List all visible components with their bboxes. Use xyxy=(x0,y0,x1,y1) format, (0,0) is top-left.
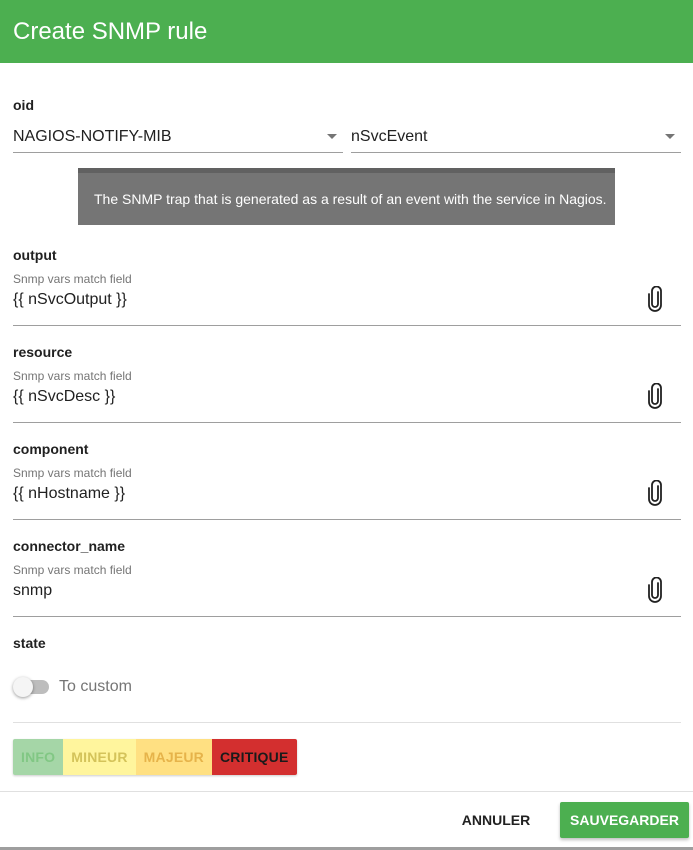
custom-state-toggle-label[interactable]: To custom xyxy=(59,677,132,697)
divider xyxy=(13,722,681,723)
resource-field-hint: Snmp vars match field xyxy=(13,369,132,383)
custom-state-toggle[interactable] xyxy=(13,676,53,698)
state-info-button[interactable]: INFO xyxy=(13,739,64,775)
toggle-thumb[interactable] xyxy=(13,677,33,697)
output-field-hint: Snmp vars match field xyxy=(13,272,132,286)
component-field-hint: Snmp vars match field xyxy=(13,466,132,480)
state-mineur-button[interactable]: MINEUR xyxy=(63,739,136,775)
paperclip-icon[interactable] xyxy=(645,383,665,409)
connector-name-field-value[interactable]: snmp xyxy=(13,581,52,601)
paperclip-icon[interactable] xyxy=(645,480,665,506)
resource-field-value[interactable]: {{ nSvcDesc }} xyxy=(13,387,115,407)
cancel-button[interactable]: ANNULER xyxy=(453,802,539,838)
oid-label: oid xyxy=(13,97,34,113)
chevron-down-icon xyxy=(665,134,675,139)
connector-name-field[interactable]: Snmp vars match field snmp xyxy=(13,563,681,617)
mib-select-value: NAGIOS-NOTIFY-MIB xyxy=(13,128,172,145)
state-majeur-button[interactable]: MAJEUR xyxy=(135,739,212,775)
chevron-down-icon xyxy=(327,134,337,139)
resource-label: resource xyxy=(13,344,73,360)
save-button[interactable]: SAUVEGARDER xyxy=(560,802,689,838)
state-critique-button[interactable]: CRITIQUE xyxy=(212,739,297,775)
dialog-header: Create SNMP rule xyxy=(0,0,693,63)
component-field[interactable]: Snmp vars match field {{ nHostname }} xyxy=(13,466,681,520)
state-label: state xyxy=(13,635,46,651)
dialog-title: Create SNMP rule xyxy=(13,18,208,45)
output-field-value[interactable]: {{ nSvcOutput }} xyxy=(13,290,127,310)
oid-object-select-value: nSvcEvent xyxy=(351,128,428,145)
connector-name-field-hint: Snmp vars match field xyxy=(13,563,132,577)
state-button-group: INFO MINEUR MAJEUR CRITIQUE xyxy=(13,739,297,775)
component-field-value[interactable]: {{ nHostname }} xyxy=(13,484,125,504)
output-field[interactable]: Snmp vars match field {{ nSvcOutput }} xyxy=(13,272,681,326)
resource-field[interactable]: Snmp vars match field {{ nSvcDesc }} xyxy=(13,369,681,423)
paperclip-icon[interactable] xyxy=(645,286,665,312)
footer-divider xyxy=(0,791,693,792)
oid-description-text: The SNMP trap that is generated as a res… xyxy=(94,191,607,207)
connector-name-label: connector_name xyxy=(13,538,126,554)
paperclip-icon[interactable] xyxy=(645,577,665,603)
oid-description-tooltip: The SNMP trap that is generated as a res… xyxy=(78,168,615,225)
mib-select[interactable]: NAGIOS-NOTIFY-MIB xyxy=(13,120,343,153)
output-label: output xyxy=(13,247,57,263)
oid-object-select[interactable]: nSvcEvent xyxy=(351,120,681,153)
component-label: component xyxy=(13,441,89,457)
